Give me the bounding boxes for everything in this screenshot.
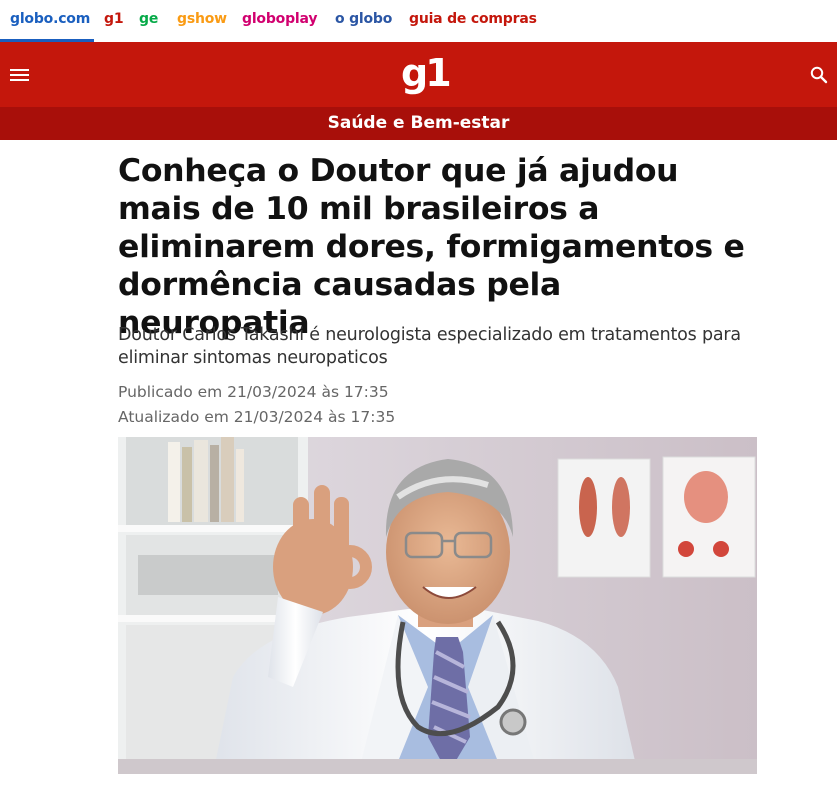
nav-link-globo-com[interactable]: globo.com (10, 11, 90, 27)
nav-link-guia-de-compras[interactable]: guia de compras (409, 11, 537, 27)
published-date: Publicado em 21/03/2024 às 17:35 (118, 383, 389, 401)
section-label[interactable]: Saúde e Bem-estar (328, 113, 510, 133)
nav-link-o-globo[interactable]: o globo (335, 11, 392, 27)
article-subtitle: Doutor Carlos Takashi é neurologista esp… (118, 325, 741, 368)
updated-date: Atualizado em 21/03/2024 às 17:35 (118, 408, 396, 426)
nav-link-globoplay[interactable]: globoplay (242, 11, 317, 27)
site-header: g1 (0, 42, 837, 107)
hamburger-menu-icon[interactable] (10, 67, 30, 83)
article-headline: Conheça o Doutor que já ajudou mais de 1… (118, 153, 745, 341)
globo-top-nav: globo.com g1 ge gshow globoplay o globo … (0, 0, 837, 42)
section-bar: Saúde e Bem-estar (0, 107, 837, 140)
nav-link-ge[interactable]: ge (139, 11, 158, 27)
article-photo (118, 437, 757, 774)
search-icon[interactable] (809, 65, 829, 85)
nav-link-g1[interactable]: g1 (104, 11, 124, 27)
nav-link-gshow[interactable]: gshow (177, 11, 227, 27)
g1-logo[interactable]: g1 (401, 50, 452, 96)
